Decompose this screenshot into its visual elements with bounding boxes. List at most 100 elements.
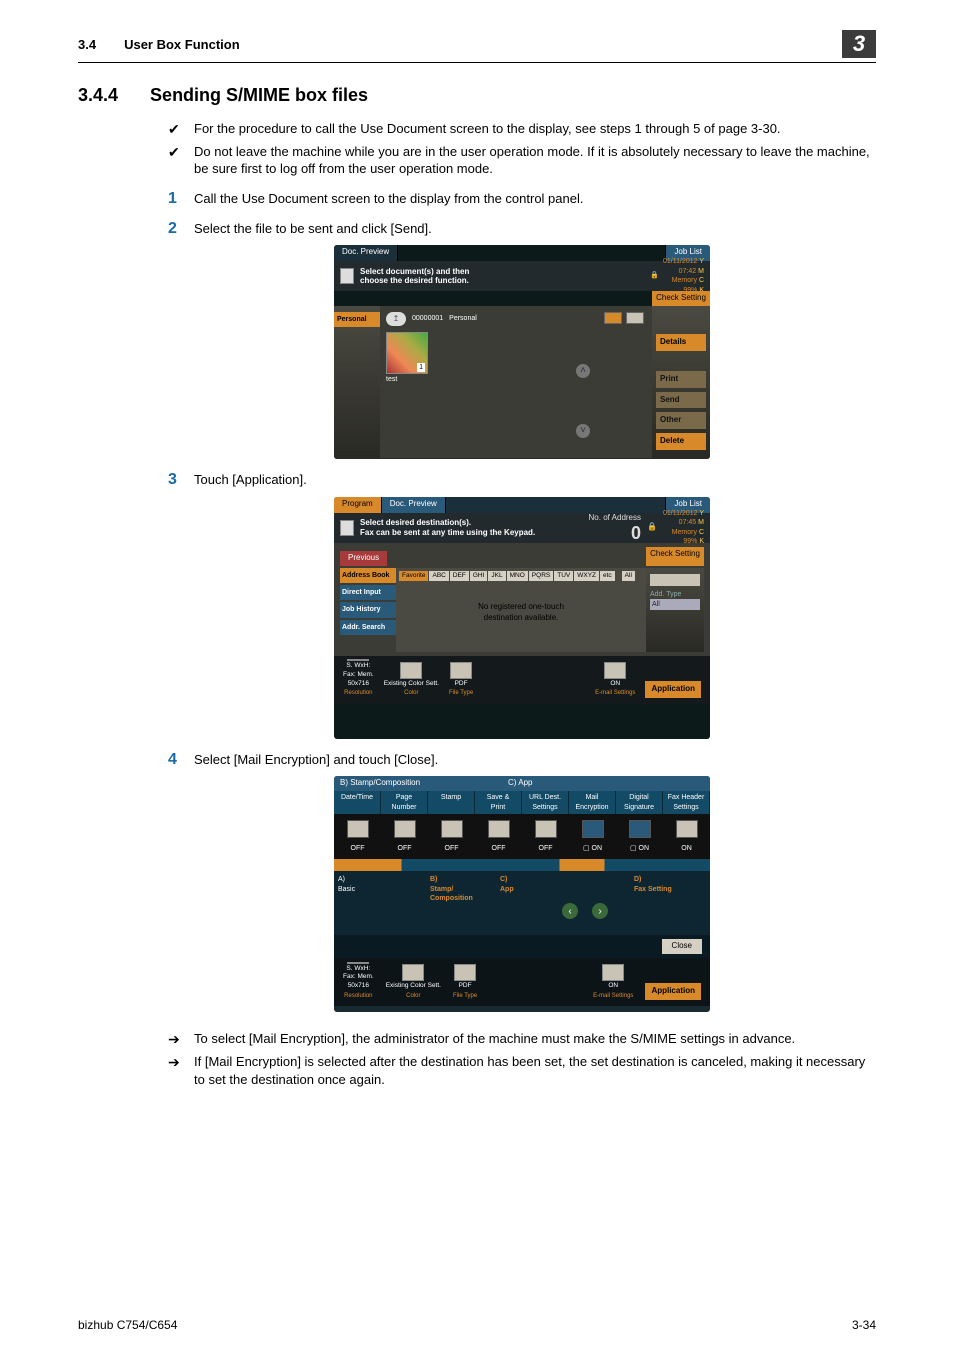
index-key[interactable]: TUV — [554, 571, 573, 582]
mail-encryption-toggle[interactable]: ▢ ON — [569, 820, 616, 853]
address-count: No. of Address 0 — [589, 513, 641, 543]
resolution-button[interactable]: S. WxH:Fax: Mem.50x716 Resolution — [339, 962, 378, 1002]
email-settings-button[interactable]: ON E-mail Settings — [589, 962, 637, 1002]
index-key[interactable]: ABC — [429, 571, 448, 582]
status-message: Select document(s) and then choose the d… — [360, 267, 650, 286]
tab-program[interactable]: Program — [334, 497, 382, 513]
lock-icon: 🔒 — [650, 271, 659, 280]
addtype-value[interactable]: All — [650, 599, 700, 610]
arrow-icon: ➔ — [168, 1053, 194, 1072]
group-c-shortlabel: C) — [496, 875, 540, 884]
col-date-time: Date/Time — [334, 791, 381, 814]
datetime-block: 01/11/2012 Y 07:45 M Memory C 99% K — [663, 509, 704, 547]
check-setting-button[interactable]: Check Setting — [646, 547, 704, 566]
col-mail-encryption: Mail Encryption — [569, 791, 616, 814]
subsection-heading: 3.4.4 Sending S/MIME box files — [78, 85, 876, 106]
fax-header-toggle[interactable]: ON — [663, 820, 710, 853]
job-history-tab[interactable]: Job History — [340, 602, 396, 617]
scroll-right-icon[interactable]: › — [592, 903, 608, 919]
save-print-toggle[interactable]: OFF — [475, 820, 522, 853]
previous-button[interactable]: Previous — [340, 551, 387, 566]
step-row: 3 Touch [Application]. — [168, 471, 876, 489]
bullet-text: Do not leave the machine while you are i… — [194, 143, 876, 178]
index-key[interactable]: Favorite — [399, 571, 428, 582]
check-icon: ✔ — [168, 143, 194, 162]
application-button[interactable]: Application — [641, 962, 705, 1002]
pagenum-toggle[interactable]: OFF — [381, 820, 428, 853]
col-save-print: Save & Print — [475, 791, 522, 814]
scroll-up-icon[interactable]: ˄ — [576, 364, 590, 378]
note-item: ➔ To select [Mail Encryption], the admin… — [168, 1030, 876, 1049]
bullet-item: ✔ For the procedure to call the Use Docu… — [168, 120, 876, 139]
send-button[interactable]: Send — [656, 392, 706, 409]
no-destination-msg: No registered one-touch destination avai… — [396, 602, 646, 624]
step-number: 2 — [168, 220, 194, 238]
application-button[interactable]: Application — [641, 660, 705, 700]
other-button[interactable]: Other — [656, 412, 706, 429]
addr-search-tab[interactable]: Addr. Search — [340, 620, 396, 635]
url-dest-toggle[interactable]: OFF — [522, 820, 569, 853]
index-key[interactable]: GHI — [470, 571, 488, 582]
index-key[interactable]: All — [622, 571, 635, 582]
heading-number: 3.4.4 — [78, 85, 118, 106]
index-key[interactable]: JKL — [488, 571, 505, 582]
index-key[interactable]: PQRS — [529, 571, 553, 582]
print-button[interactable]: Print — [656, 371, 706, 388]
arrow-icon: ➔ — [168, 1030, 194, 1049]
step-row: 4 Select [Mail Encryption] and touch [Cl… — [168, 751, 876, 769]
color-setting-button[interactable]: Existing Color Sett. Color — [382, 962, 445, 1002]
step-text: Select the file to be sent and click [Se… — [194, 220, 432, 238]
chapter-badge: 3 — [842, 30, 876, 58]
note-text: To select [Mail Encryption], the adminis… — [194, 1030, 795, 1048]
resolution-button[interactable]: S. WxH:Fax: Mem.50x716 Resolution — [339, 660, 378, 700]
up-button[interactable]: ↥ — [386, 312, 406, 326]
footer-model: bizhub C754/C654 — [78, 1318, 177, 1332]
email-settings-button[interactable]: ON E-mail Settings — [591, 660, 639, 700]
index-key[interactable]: MNO — [507, 571, 528, 582]
footer-page: 3-34 — [852, 1318, 876, 1332]
step-number: 4 — [168, 751, 194, 769]
col-digital-signature: Digital Signature — [616, 791, 663, 814]
step-text: Touch [Application]. — [194, 471, 307, 489]
breadcrumb-id: 00000001 — [412, 314, 443, 323]
addtype-label: Add. Type — [650, 590, 700, 599]
file-thumbnail[interactable]: 1 test — [386, 332, 434, 384]
color-setting-button[interactable]: Existing Color Sett. Color — [380, 660, 443, 700]
scroll-down-icon[interactable]: ˅ — [576, 424, 590, 438]
col-fax-header: Fax Header Settings — [663, 791, 710, 814]
view-list-icon[interactable] — [626, 312, 644, 324]
filetype-button[interactable]: PDF File Type — [445, 660, 477, 700]
digital-signature-toggle[interactable]: ▢ ON — [616, 820, 663, 853]
view-grid-icon[interactable] — [604, 312, 622, 324]
check-setting-button[interactable]: Check Setting — [652, 291, 710, 306]
direct-input-tab[interactable]: Direct Input — [340, 585, 396, 600]
details-button[interactable]: Details — [656, 334, 706, 351]
delete-button[interactable]: Delete — [656, 433, 706, 450]
use-document-screenshot: Doc. Preview Job List Select document(s)… — [334, 245, 710, 459]
datetime-toggle[interactable]: OFF — [334, 820, 381, 853]
note-text: If [Mail Encryption] is selected after t… — [194, 1053, 876, 1088]
group-c-label: C) App — [508, 778, 532, 789]
group-b-shortlabel: B) — [426, 875, 470, 884]
status-message: Select desired destination(s). Fax can b… — [360, 518, 589, 537]
step-row: 1 Call the Use Document screen to the di… — [168, 190, 876, 208]
filetype-button[interactable]: PDF File Type — [449, 962, 481, 1002]
index-key[interactable]: WXYZ — [574, 571, 599, 582]
close-button[interactable]: Close — [662, 939, 702, 954]
index-key[interactable]: DEF — [450, 571, 469, 582]
bullet-text: For the procedure to call the Use Docume… — [194, 120, 781, 138]
view-chip[interactable] — [650, 574, 700, 586]
section-header: 3.4 User Box Function 3 — [78, 30, 876, 63]
address-book-tab[interactable]: Address Book — [340, 568, 396, 583]
index-key[interactable]: etc — [600, 571, 615, 582]
group-b-name: Stamp/ Composition — [426, 885, 470, 904]
thumb-badge: 1 — [417, 363, 425, 372]
group-c-name: App — [496, 885, 540, 894]
section-number: 3.4 — [78, 37, 96, 52]
sidebar-personal-tab[interactable]: Personal — [334, 312, 380, 327]
stamp-toggle[interactable]: OFF — [428, 820, 475, 853]
scroll-left-icon[interactable]: ‹ — [562, 903, 578, 919]
thumb-label: test — [386, 375, 434, 384]
tab-doc-preview[interactable]: Doc. Preview — [334, 245, 398, 261]
tab-doc-preview[interactable]: Doc. Preview — [382, 497, 446, 513]
